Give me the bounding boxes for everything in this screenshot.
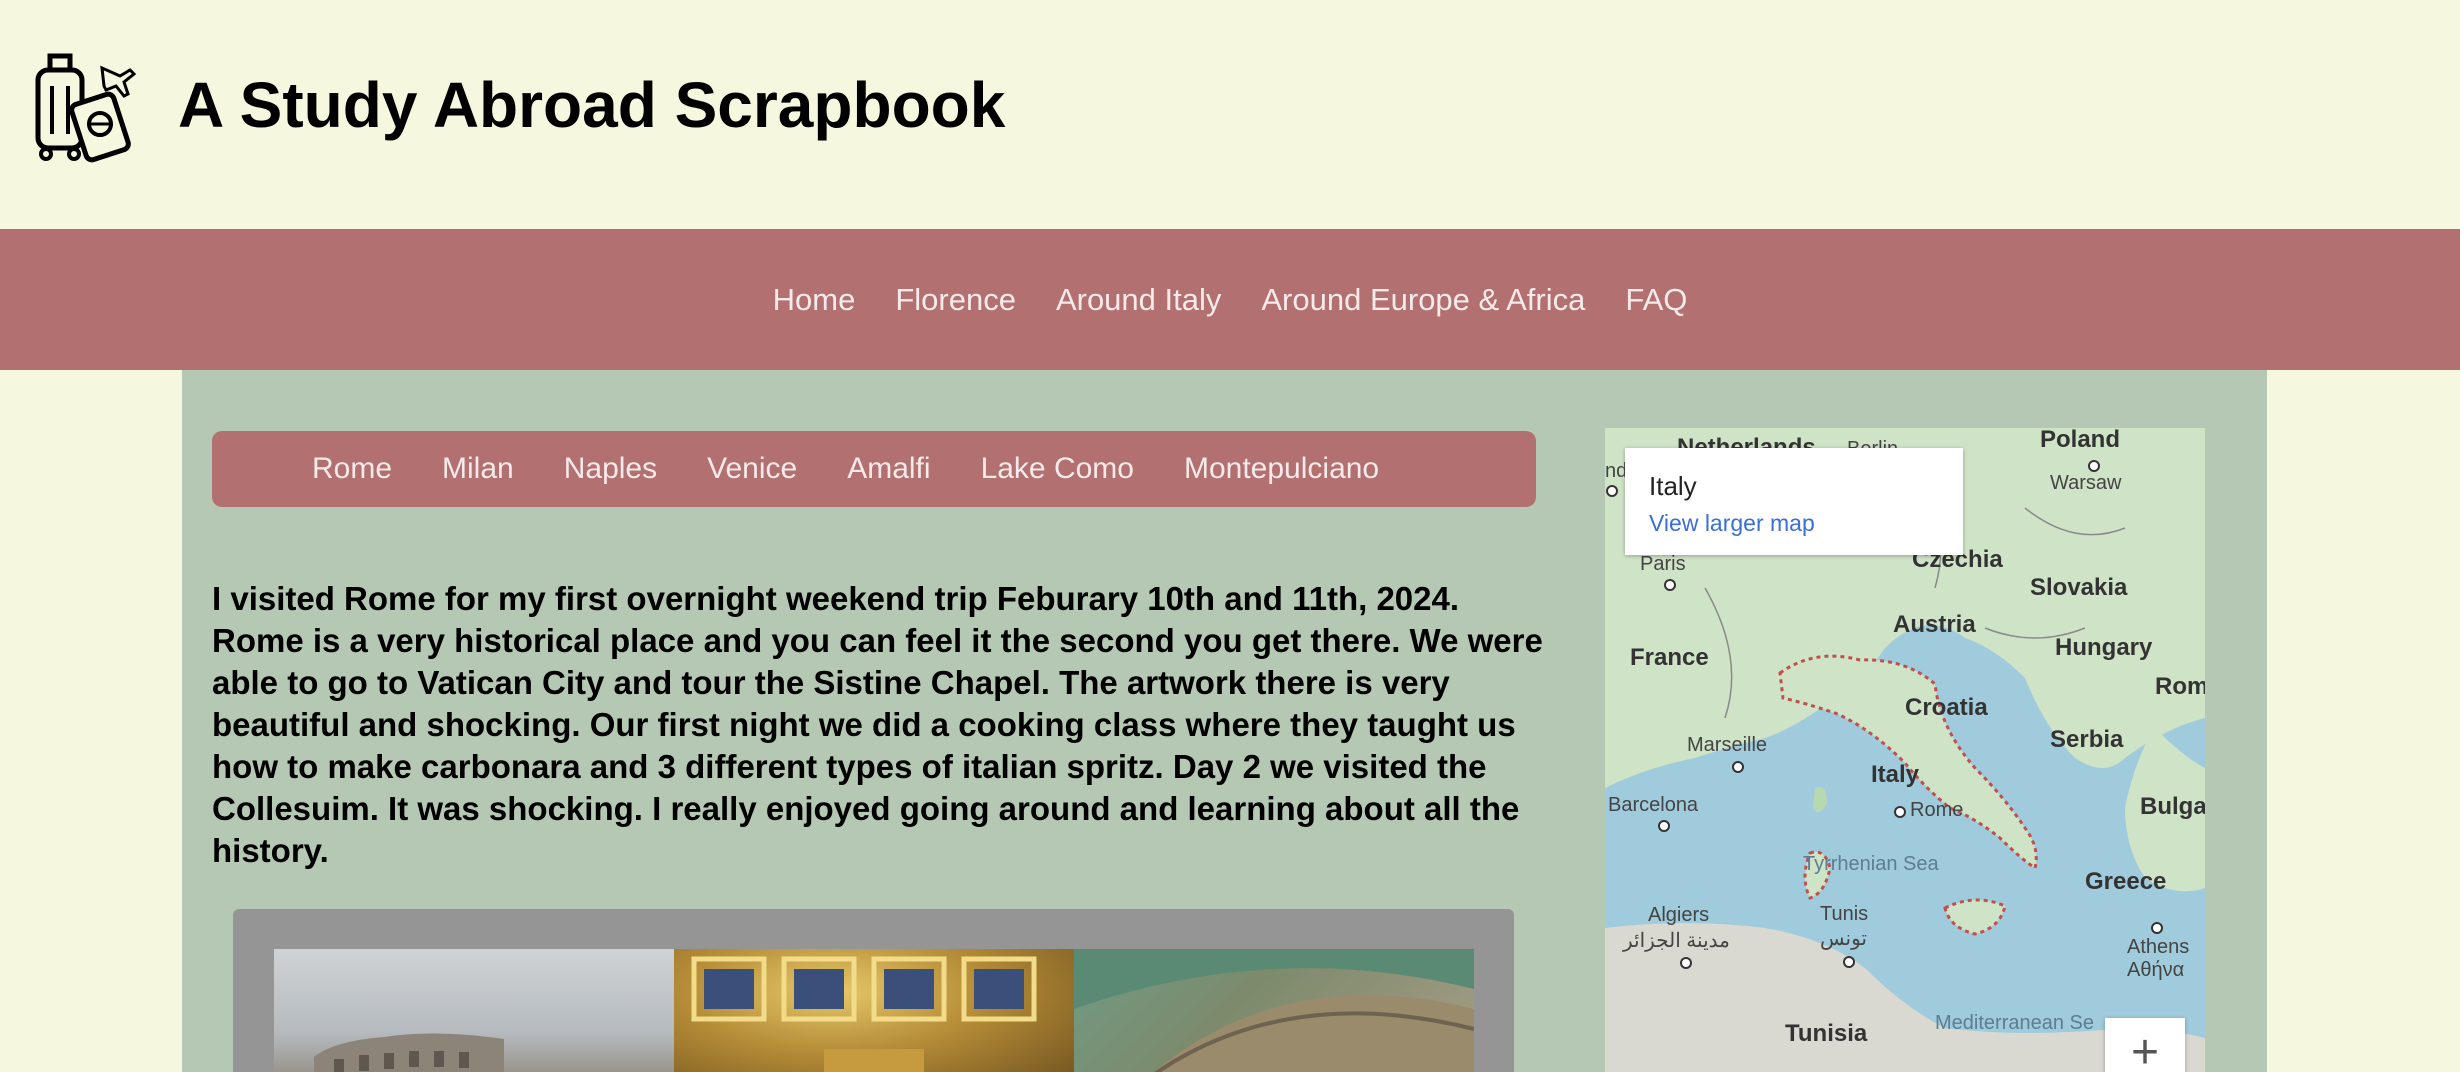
subnav-amalfi[interactable]: Amalfi [847,452,930,486]
nav-home[interactable]: Home [773,282,856,318]
embedded-map[interactable]: Netherlands Berlin Poland nd Warsaw Pari… [1605,428,2205,1072]
map-label-marseille: Marseille [1687,734,1768,756]
map-label-tunis: Tunis [1820,903,1869,925]
map-place-title: Italy [1649,471,1697,501]
map-label-croatia: Croatia [1905,694,1988,721]
nav-around-europe-africa[interactable]: Around Europe & Africa [1261,282,1585,318]
subnav-venice[interactable]: Venice [707,452,797,486]
subnav-milan[interactable]: Milan [442,452,514,486]
map-label-greece: Greece [2085,868,2167,895]
subnav-naples[interactable]: Naples [564,452,657,486]
site-title: A Study Abroad Scrapbook [178,69,1006,141]
colosseum-photo[interactable] [274,949,674,1072]
photo-gallery [233,909,1514,1072]
subnav-montepulciano[interactable]: Montepulciano [1184,452,1379,486]
map-label-france: France [1630,644,1709,671]
main-nav: Home Florence Around Italy Around Europe… [0,229,2460,370]
story-text: I visited Rome for my first overnight we… [212,580,1543,869]
map-label-romania: Roman [2155,673,2205,700]
map-label-algiers: Algiers [1648,904,1710,926]
gallery-hall-photo[interactable] [1074,949,1474,1072]
map-label-tunis-ar: تونس [1820,928,1867,950]
view-larger-map-link[interactable]: View larger map [1649,510,1815,537]
map-label-warsaw: Warsaw [2050,472,2122,494]
map-label-tunisia: Tunisia [1785,1020,1868,1047]
zoom-in-button[interactable]: + [2105,1018,2185,1072]
map-label-mediterranean: Mediterranean Se [1935,1012,2094,1034]
site-header: A Study Abroad Scrapbook [0,0,2460,229]
map-label-athens: Athens [2127,936,2190,958]
map-label-algiers-ar: مدينة الجزائر [1623,930,1730,952]
map-label-edge-nd: nd [1605,460,1628,482]
map-label-rome: Rome [1910,799,1964,821]
subnav-rome[interactable]: Rome [312,452,392,486]
map-label-athens-gr: Αθήνα [2127,959,2185,981]
city-sub-nav: Rome Milan Naples Venice Amalfi Lake Com… [212,431,1536,507]
luggage-passport-icon[interactable] [20,48,138,166]
sistine-ceiling-photo[interactable] [674,949,1074,1072]
map-label-poland: Poland [2040,428,2121,453]
map-info-card: Italy View larger map [1625,448,1963,555]
map-label-paris: Paris [1640,553,1686,575]
map-label-italy: Italy [1871,761,1920,788]
map-label-hungary: Hungary [2055,634,2153,661]
map-label-barcelona: Barcelona [1608,794,1699,816]
nav-around-italy[interactable]: Around Italy [1056,282,1221,318]
nav-faq[interactable]: FAQ [1625,282,1687,318]
map-label-austria: Austria [1893,611,1976,638]
map-label-bulgaria: Bulga [2140,793,2205,820]
subnav-lake-como[interactable]: Lake Como [981,452,1134,486]
map-label-slovakia: Slovakia [2030,574,2128,601]
map-label-serbia: Serbia [2050,726,2124,753]
nav-florence[interactable]: Florence [895,282,1016,318]
map-label-tyrrhenian-sea: Tyrrhenian Sea [1803,853,1939,875]
